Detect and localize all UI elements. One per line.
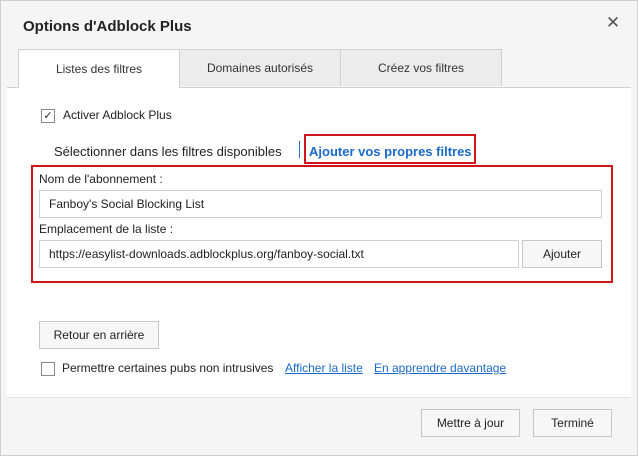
subtab-select-available[interactable]: Sélectionner dans les filtres disponible…	[54, 144, 282, 159]
list-location-label: Emplacement de la liste :	[39, 222, 174, 236]
update-button[interactable]: Mettre à jour	[421, 409, 520, 437]
learn-more-link[interactable]: En apprendre davantage	[374, 361, 506, 375]
subtab-add-own[interactable]: Ajouter vos propres filtres	[309, 144, 472, 159]
filter-lists-panel: ✓ Activer Adblock Plus Sélectionner dans…	[7, 87, 631, 398]
subtab-divider	[299, 141, 300, 158]
options-dialog: Options d'Adblock Plus ✕ Listes des filt…	[0, 0, 638, 456]
checkmark-icon: ✓	[43, 109, 53, 122]
show-list-link[interactable]: Afficher la liste	[285, 361, 363, 375]
done-button[interactable]: Terminé	[533, 409, 612, 437]
tab-filter-lists[interactable]: Listes des filtres	[18, 49, 180, 88]
list-location-input[interactable]: https://easylist-downloads.adblockplus.o…	[39, 240, 519, 268]
dialog-title: Options d'Adblock Plus	[23, 18, 192, 35]
back-button[interactable]: Retour en arrière	[39, 321, 159, 349]
tab-create-filters[interactable]: Créez vos filtres	[340, 49, 502, 86]
tab-allowed-domains[interactable]: Domaines autorisés	[179, 49, 341, 86]
enable-adblock-checkbox[interactable]: ✓	[41, 109, 55, 123]
footer-divider	[7, 397, 631, 398]
acceptable-ads-label: Permettre certaines pubs non intrusives	[62, 361, 274, 375]
enable-adblock-label: Activer Adblock Plus	[63, 108, 172, 122]
add-button[interactable]: Ajouter	[522, 240, 602, 268]
subscription-name-label: Nom de l'abonnement :	[39, 172, 163, 186]
close-icon[interactable]: ✕	[603, 13, 623, 33]
subscription-name-input[interactable]: Fanboy's Social Blocking List	[39, 190, 602, 218]
acceptable-ads-checkbox[interactable]	[41, 362, 55, 376]
